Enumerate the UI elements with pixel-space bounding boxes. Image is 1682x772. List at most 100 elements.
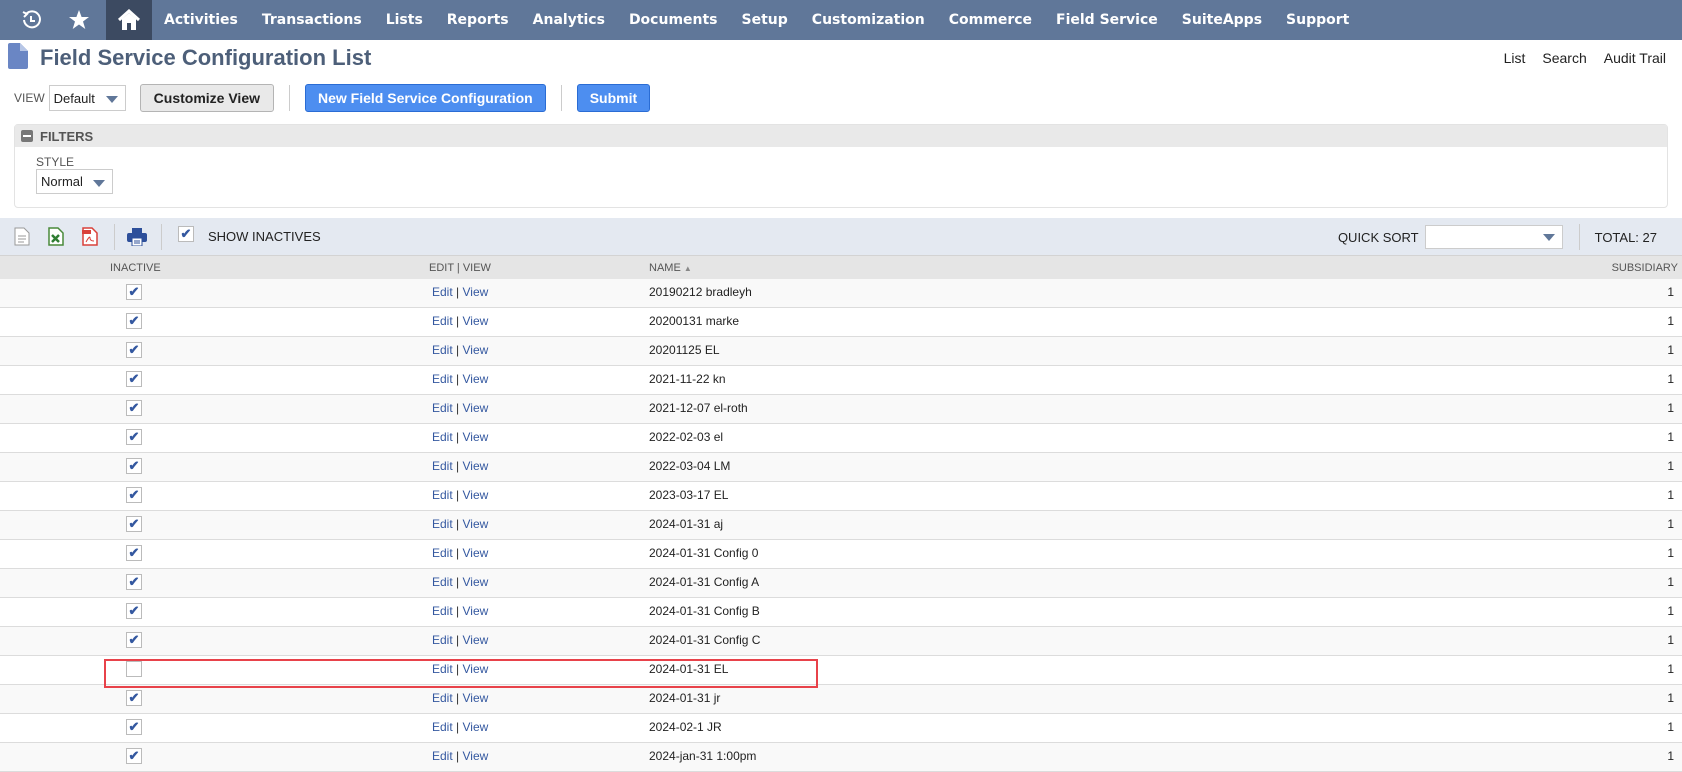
nav-item-activities[interactable]: Activities: [152, 0, 250, 40]
nav-item-transactions[interactable]: Transactions: [250, 0, 374, 40]
collapse-icon: [21, 130, 33, 142]
view-link[interactable]: View: [463, 314, 489, 328]
edit-link[interactable]: Edit: [432, 401, 453, 415]
export-excel-icon[interactable]: [46, 227, 66, 247]
edit-link[interactable]: Edit: [432, 633, 453, 647]
edit-link[interactable]: Edit: [432, 749, 453, 763]
view-link[interactable]: View: [463, 488, 489, 502]
inactive-checkbox[interactable]: ✔: [126, 574, 142, 590]
list-link[interactable]: List: [1504, 50, 1526, 66]
recent-icon[interactable]: [14, 0, 48, 40]
nav-item-documents[interactable]: Documents: [617, 0, 730, 40]
view-link[interactable]: View: [463, 604, 489, 618]
star-icon[interactable]: [62, 0, 96, 40]
inactive-checkbox[interactable]: ✔: [126, 313, 142, 329]
inactive-checkbox[interactable]: ✔: [126, 400, 142, 416]
view-link[interactable]: View: [463, 401, 489, 415]
nav-item-reports[interactable]: Reports: [435, 0, 521, 40]
page-record-icon: [8, 42, 28, 74]
edit-link[interactable]: Edit: [432, 343, 453, 357]
home-icon[interactable]: [106, 0, 152, 40]
view-link[interactable]: View: [463, 285, 489, 299]
inactive-checkbox[interactable]: [126, 661, 142, 677]
edit-link[interactable]: Edit: [432, 459, 453, 473]
view-link[interactable]: View: [463, 633, 489, 647]
row-subsidiary: 1: [1667, 430, 1674, 444]
view-link[interactable]: View: [463, 343, 489, 357]
view-link[interactable]: View: [463, 459, 489, 473]
edit-link[interactable]: Edit: [432, 720, 453, 734]
view-link[interactable]: View: [463, 662, 489, 676]
submit-button[interactable]: Submit: [576, 84, 651, 112]
customize-view-button[interactable]: Customize View: [139, 84, 274, 112]
inactive-checkbox[interactable]: ✔: [126, 719, 142, 735]
edit-link[interactable]: Edit: [432, 488, 453, 502]
style-select[interactable]: Normal: [36, 169, 113, 194]
view-link[interactable]: View: [463, 517, 489, 531]
separator: |: [456, 372, 460, 386]
row-name: 2024-01-31 Config C: [649, 633, 761, 647]
table-header: INACTIVE EDIT | VIEW NAME ▲ SUBSIDIARY: [0, 256, 1682, 279]
header-inactive[interactable]: INACTIVE: [110, 262, 161, 274]
quick-sort-select[interactable]: [1424, 225, 1563, 249]
row-subsidiary: 1: [1667, 604, 1674, 618]
edit-link[interactable]: Edit: [432, 575, 453, 589]
view-link[interactable]: View: [463, 546, 489, 560]
inactive-checkbox[interactable]: ✔: [126, 371, 142, 387]
header-name[interactable]: NAME ▲: [649, 262, 692, 274]
inactive-checkbox[interactable]: ✔: [126, 429, 142, 445]
filters-toggle[interactable]: FILTERS: [15, 125, 1667, 147]
nav-item-suiteapps[interactable]: SuiteApps: [1170, 0, 1274, 40]
view-link[interactable]: View: [463, 372, 489, 386]
edit-link[interactable]: Edit: [432, 285, 453, 299]
divider: [114, 223, 115, 250]
edit-link[interactable]: Edit: [432, 372, 453, 386]
row-name: 2024-01-31 Config A: [649, 575, 760, 589]
view-link[interactable]: View: [463, 749, 489, 763]
nav-item-commerce[interactable]: Commerce: [937, 0, 1044, 40]
print-icon[interactable]: [127, 227, 147, 247]
header-subsidiary[interactable]: SUBSIDIARY: [1612, 262, 1678, 274]
export-csv-icon[interactable]: [12, 227, 32, 247]
nav-item-field-service[interactable]: Field Service: [1044, 0, 1170, 40]
view-link[interactable]: View: [463, 691, 489, 705]
show-inactives-checkbox[interactable]: ✔: [178, 225, 194, 242]
edit-link[interactable]: Edit: [432, 517, 453, 531]
nav-item-analytics[interactable]: Analytics: [521, 0, 617, 40]
edit-link[interactable]: Edit: [432, 430, 453, 444]
nav-item-lists[interactable]: Lists: [374, 0, 435, 40]
inactive-checkbox[interactable]: ✔: [126, 516, 142, 532]
inactive-checkbox[interactable]: ✔: [126, 545, 142, 561]
edit-link[interactable]: Edit: [432, 314, 453, 328]
inactive-checkbox[interactable]: ✔: [126, 487, 142, 503]
nav-item-support[interactable]: Support: [1274, 0, 1361, 40]
inactive-checkbox[interactable]: ✔: [126, 342, 142, 358]
edit-link[interactable]: Edit: [432, 662, 453, 676]
inactive-checkbox[interactable]: ✔: [126, 284, 142, 300]
separator: |: [456, 691, 460, 705]
header-name-label: NAME: [649, 261, 681, 274]
view-link[interactable]: View: [463, 430, 489, 444]
row-subsidiary: 1: [1667, 575, 1674, 589]
inactive-checkbox[interactable]: ✔: [126, 458, 142, 474]
view-link[interactable]: View: [463, 575, 489, 589]
table-row: ✔ Edit | View 20200131 marke 1: [0, 308, 1682, 337]
edit-link[interactable]: Edit: [432, 691, 453, 705]
search-link[interactable]: Search: [1542, 50, 1586, 66]
inactive-checkbox[interactable]: ✔: [126, 690, 142, 706]
inactive-checkbox[interactable]: ✔: [126, 748, 142, 764]
sort-ascending-icon: ▲: [683, 263, 692, 273]
nav-item-setup[interactable]: Setup: [730, 0, 800, 40]
view-link[interactable]: View: [463, 720, 489, 734]
inactive-checkbox[interactable]: ✔: [126, 632, 142, 648]
nav-item-customization[interactable]: Customization: [800, 0, 937, 40]
row-subsidiary: 1: [1667, 285, 1674, 299]
export-pdf-icon[interactable]: [80, 227, 100, 247]
show-inactives-label: SHOW INACTIVES: [208, 229, 321, 244]
view-select[interactable]: Default: [48, 85, 126, 111]
inactive-checkbox[interactable]: ✔: [126, 603, 142, 619]
edit-link[interactable]: Edit: [432, 546, 453, 560]
edit-link[interactable]: Edit: [432, 604, 453, 618]
audit-trail-link[interactable]: Audit Trail: [1604, 50, 1666, 66]
new-field-service-configuration-button[interactable]: New Field Service Configuration: [305, 84, 546, 112]
